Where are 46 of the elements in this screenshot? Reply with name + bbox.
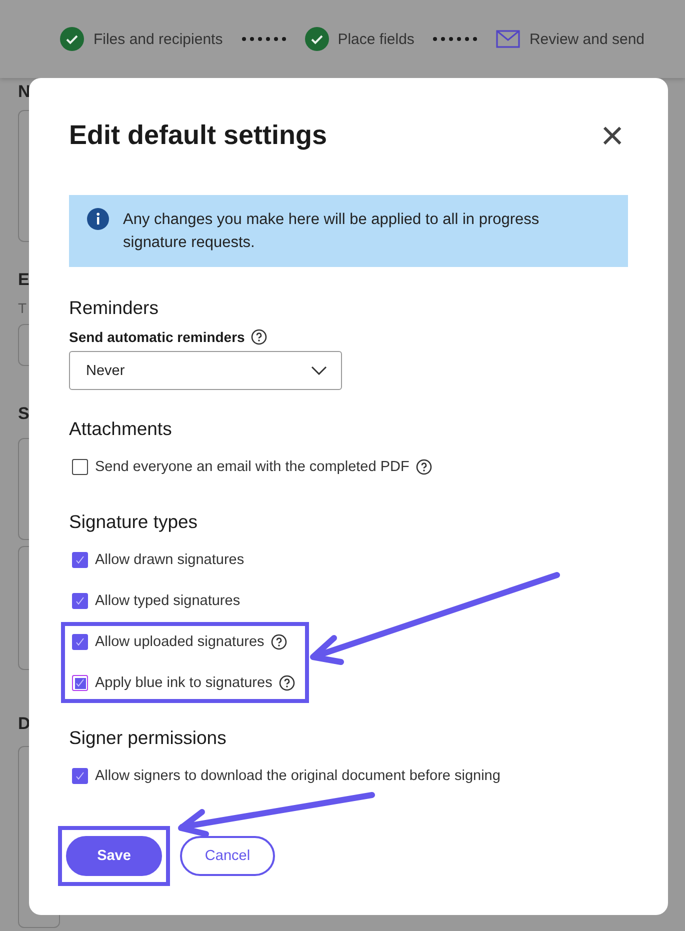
step-label[interactable]: Place fields — [338, 30, 414, 48]
check-icon — [75, 555, 85, 565]
section-heading: Attachments — [69, 418, 173, 440]
check-icon — [75, 771, 85, 781]
close-button[interactable]: × — [596, 120, 628, 150]
help-icon[interactable] — [271, 634, 288, 650]
section-heading: Signer permissions — [69, 727, 228, 749]
info-message: Any changes you make here will be applied to all in progress signature requests. — [123, 210, 540, 253]
cancel-button[interactable]: Cancel — [180, 836, 275, 876]
checkbox-label: Allow signers to download the original document before signing — [95, 768, 500, 784]
check-circle-icon — [304, 27, 329, 51]
checkbox[interactable] — [72, 675, 88, 691]
envelope-icon — [496, 30, 520, 48]
section-heading: Signature types — [69, 511, 199, 533]
checkbox-label: Send everyone an email with the completed PDF — [95, 459, 410, 475]
background-heading: S — [18, 404, 30, 424]
checkbox[interactable] — [72, 768, 88, 784]
background-heading: D — [18, 714, 30, 734]
dialog-title: Edit default settings — [69, 120, 328, 151]
checkbox-label: Allow uploaded signatures — [95, 634, 264, 650]
checkbox-label: Allow drawn signatures — [95, 552, 244, 568]
background-heading: E — [18, 270, 30, 290]
chevron-down-icon — [311, 366, 327, 375]
checkbox[interactable] — [72, 459, 88, 475]
info-icon — [87, 208, 109, 230]
section-heading: Reminders — [69, 297, 160, 319]
help-icon[interactable] — [250, 329, 267, 345]
checkbox-label: Apply blue ink to signatures — [95, 675, 272, 691]
reminder-select[interactable]: Never — [69, 351, 342, 390]
step-label[interactable]: Review and send — [529, 30, 645, 48]
save-button[interactable]: Save — [66, 836, 162, 876]
background-text: T — [18, 300, 27, 316]
check-circle-icon — [60, 27, 84, 51]
step-separator-icon — [240, 36, 287, 42]
checkbox[interactable] — [72, 552, 88, 568]
checkbox[interactable] — [72, 634, 88, 650]
field-label: Send automatic reminders — [69, 329, 245, 345]
check-icon — [75, 596, 85, 606]
checkbox-label: Allow typed signatures — [95, 593, 240, 609]
help-icon[interactable] — [279, 675, 296, 691]
checkbox[interactable] — [72, 593, 88, 609]
step-label[interactable]: Files and recipients — [93, 30, 223, 48]
step-separator-icon — [432, 36, 478, 42]
check-icon — [75, 637, 85, 647]
check-icon — [75, 678, 85, 688]
help-icon[interactable] — [416, 459, 432, 475]
